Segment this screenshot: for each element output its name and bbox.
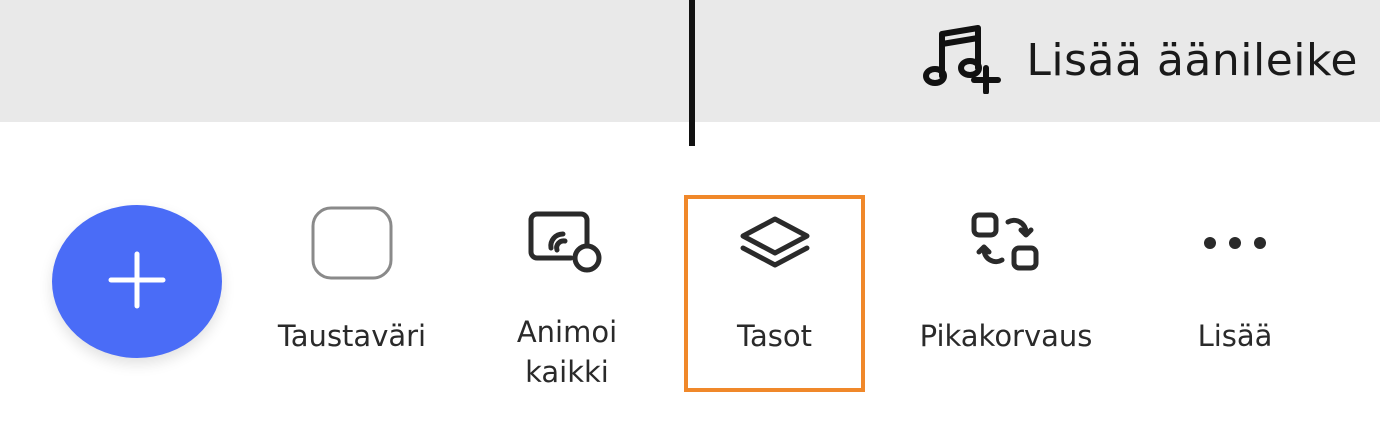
add-audio-clip-label: Lisää äänileike (1026, 34, 1358, 86)
toolbar-item-background-color[interactable]: Taustaväri (262, 195, 442, 392)
toolbar-item-quick-replace[interactable]: Pikakorvaus (916, 195, 1096, 392)
animate-all-icon (477, 195, 657, 286)
toolbar-item-animate-all[interactable]: Animoi kaikki (477, 195, 657, 392)
toolbar-item-label: Lisää (1197, 319, 1273, 353)
toolbar-item-label: Taustaväri (277, 319, 427, 353)
timeline-playhead[interactable] (689, 0, 695, 146)
plus-icon (107, 250, 167, 314)
toolbar-item-label: Animoi kaikki (516, 315, 618, 389)
more-dots-icon (1145, 195, 1325, 290)
add-audio-clip-button[interactable]: Lisää äänileike (922, 24, 1358, 96)
rounded-square-icon (262, 195, 442, 290)
swap-icon (916, 195, 1096, 290)
add-element-button[interactable] (52, 205, 222, 358)
toolbar-item-layers[interactable]: Tasot (684, 195, 865, 392)
music-note-plus-icon (922, 22, 1006, 98)
toolbar-item-more[interactable]: Lisää (1145, 195, 1325, 392)
toolbar-item-label: Pikakorvaus (919, 319, 1093, 353)
toolbar-item-label: Tasot (737, 319, 812, 353)
layers-icon (688, 199, 861, 294)
